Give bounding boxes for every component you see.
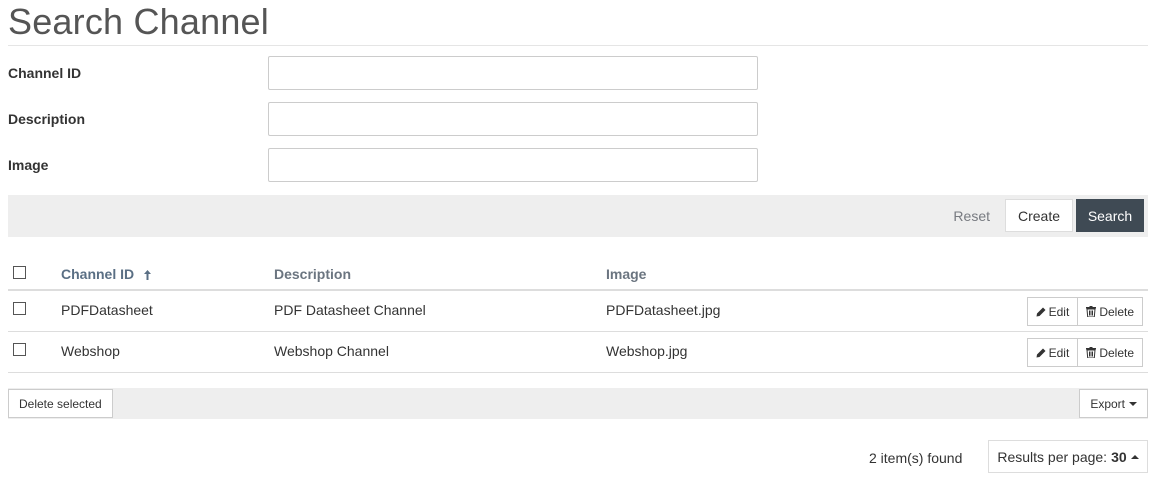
edit-button[interactable]: Edit xyxy=(1026,297,1079,326)
table-row: Webshop Webshop Channel Webshop.jpg Edit… xyxy=(8,332,1148,373)
trash-icon xyxy=(1086,306,1097,317)
image-input[interactable] xyxy=(268,148,758,182)
channel-id-label: Channel ID xyxy=(8,65,82,81)
title-divider xyxy=(8,45,1148,46)
cell-description: PDF Datasheet Channel xyxy=(274,302,426,318)
page-title: Search Channel xyxy=(8,1,269,42)
edit-label: Edit xyxy=(1048,304,1070,319)
trash-icon xyxy=(1086,347,1097,358)
pencil-icon xyxy=(1036,348,1046,358)
search-button[interactable]: Search xyxy=(1076,199,1144,232)
create-button[interactable]: Create xyxy=(1005,199,1073,232)
row-actions: Edit Delete xyxy=(1026,297,1143,326)
delete-label: Delete xyxy=(1099,304,1134,319)
cell-channel-id: PDFDatasheet xyxy=(61,302,153,318)
image-label: Image xyxy=(8,157,49,173)
results-table: Channel ID Description Image PDFDatashee… xyxy=(8,258,1148,373)
column-header-image: Image xyxy=(606,266,647,282)
pencil-icon xyxy=(1036,307,1046,317)
export-dropdown[interactable]: Export xyxy=(1079,389,1148,418)
table-row: PDFDatasheet PDF Datasheet Channel PDFDa… xyxy=(8,291,1148,332)
select-all-checkbox[interactable] xyxy=(13,266,26,279)
channel-id-input[interactable] xyxy=(268,56,758,90)
export-label: Export xyxy=(1090,396,1125,411)
delete-button[interactable]: Delete xyxy=(1078,338,1143,367)
row-checkbox[interactable] xyxy=(13,343,26,356)
edit-label: Edit xyxy=(1048,345,1070,360)
description-label: Description xyxy=(8,111,86,127)
delete-selected-button[interactable]: Delete selected xyxy=(8,389,113,418)
sort-up-arrow-icon xyxy=(144,267,152,283)
results-per-page-dropdown[interactable]: Results per page: 30 xyxy=(988,440,1148,473)
search-action-bar: Reset Create Search xyxy=(8,195,1148,237)
row-checkbox[interactable] xyxy=(13,302,26,315)
edit-button[interactable]: Edit xyxy=(1026,338,1079,367)
column-header-channel-id[interactable]: Channel ID xyxy=(61,266,152,283)
table-header: Channel ID Description Image xyxy=(8,258,1148,291)
row-actions: Edit Delete xyxy=(1026,338,1143,367)
reset-button[interactable]: Reset xyxy=(953,195,990,237)
results-per-page-value: 30 xyxy=(1111,448,1127,465)
cell-image: PDFDatasheet.jpg xyxy=(606,302,721,318)
delete-button[interactable]: Delete xyxy=(1078,297,1143,326)
table-footer-bar: Delete selected Export xyxy=(8,388,1148,419)
column-header-description: Description xyxy=(274,266,352,282)
caret-up-icon xyxy=(1130,454,1139,459)
cell-image: Webshop.jpg xyxy=(606,343,688,359)
cell-description: Webshop Channel xyxy=(274,343,389,359)
cell-channel-id: Webshop xyxy=(61,343,120,359)
column-header-label: Channel ID xyxy=(61,266,135,282)
delete-label: Delete xyxy=(1099,345,1134,360)
results-per-page-label: Results per page: xyxy=(997,448,1108,465)
description-input[interactable] xyxy=(268,102,758,136)
items-found-count: 2 item(s) found xyxy=(869,450,963,466)
caret-down-icon xyxy=(1129,401,1137,406)
